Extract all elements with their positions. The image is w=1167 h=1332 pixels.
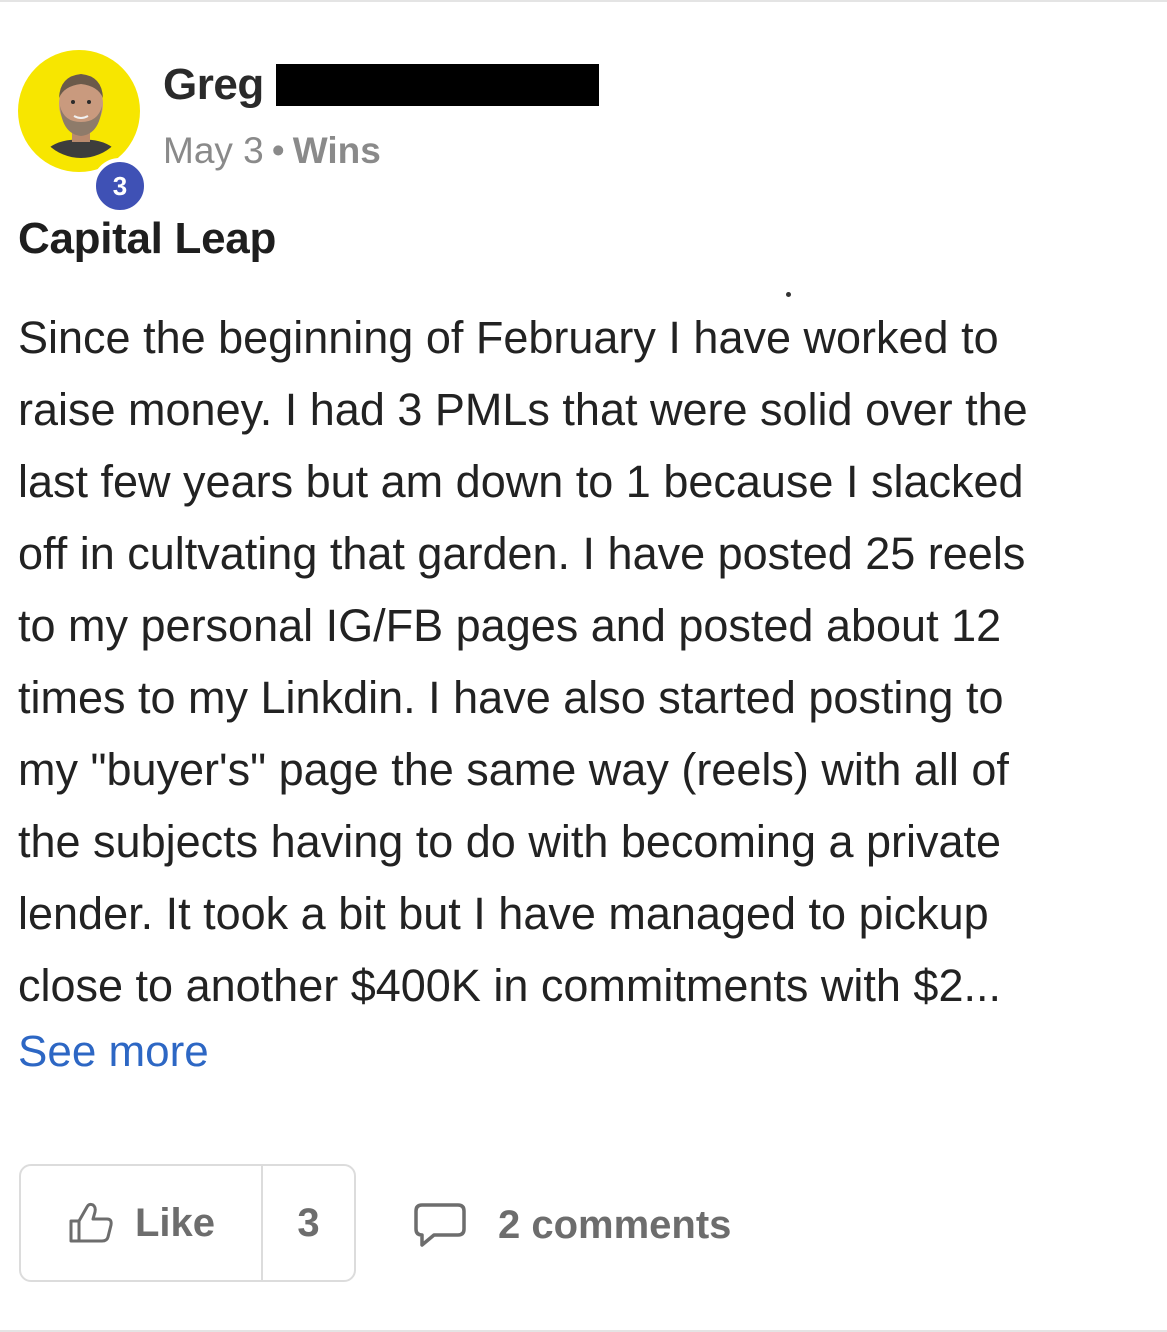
post-card: 3 Greg May 3 • Wins Capital Leap Since the… <box>0 0 1167 1332</box>
avatar[interactable]: 3 <box>18 50 148 214</box>
post-body[interactable]: Since the beginning of February I have w… <box>18 302 1138 1022</box>
post-body-line: close to another $400K in commitments wi… <box>18 960 1001 1011</box>
post-body-line: times to my Linkdin. I have also started… <box>18 672 1004 723</box>
post-body-line: raise money. I had 3 PMLs that were soli… <box>18 384 1028 435</box>
post-body-line: lender. It took a bit but I have managed… <box>18 888 989 939</box>
post-body-line: my "buyer's" page the same way (reels) w… <box>18 744 1009 795</box>
post-body-line: off in cultvating that garden. I have po… <box>18 528 1026 579</box>
comments-button[interactable]: 2 comments <box>412 1197 731 1253</box>
comments-label: 2 comments <box>498 1202 732 1247</box>
avatar-photo <box>40 64 122 158</box>
post-title[interactable]: Capital Leap <box>18 214 276 264</box>
like-button[interactable]: Like <box>21 1166 263 1280</box>
speech-bubble-icon <box>414 1203 466 1247</box>
post-date[interactable]: May 3 <box>163 130 264 171</box>
name-redaction-bar <box>276 64 599 106</box>
post-body-line: the subjects having to do with becoming … <box>18 816 1002 867</box>
author-name[interactable]: Greg <box>163 60 264 110</box>
like-label: Like <box>134 1200 216 1245</box>
post-body-line: last few years but am down to 1 because … <box>18 456 1024 507</box>
post-category[interactable]: Wins <box>293 130 381 171</box>
post-meta: May 3 • Wins <box>163 130 381 172</box>
thumbs-up-icon <box>69 1202 113 1243</box>
see-more-link[interactable]: See more <box>18 1027 209 1077</box>
post-body-line: Since the beginning of February I have w… <box>18 312 999 363</box>
like-count[interactable]: 3 <box>263 1166 354 1280</box>
level-badge: 3 <box>92 158 148 214</box>
post-body-line: to my personal IG/FB pages and posted ab… <box>18 600 1002 651</box>
stray-dot <box>786 292 791 297</box>
meta-separator: • <box>271 130 285 171</box>
like-group: Like 3 <box>19 1164 356 1282</box>
